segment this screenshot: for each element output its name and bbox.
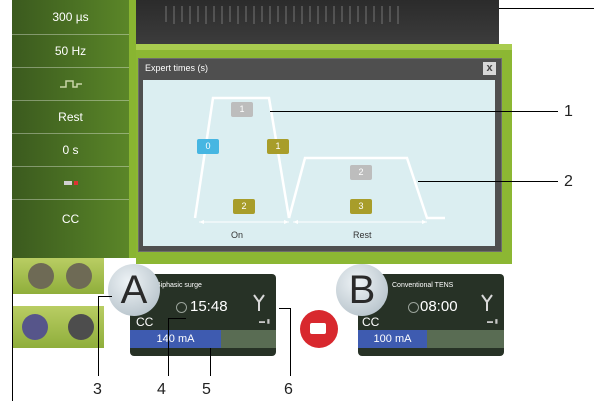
frequency-value: 50 Hz bbox=[54, 44, 87, 58]
device-icon bbox=[68, 314, 94, 340]
electrode-plug-icon bbox=[481, 294, 493, 311]
callout-line-2 bbox=[418, 181, 558, 182]
callout-line-6-tick bbox=[279, 308, 290, 309]
clock-icon bbox=[408, 302, 419, 313]
callout-line-4-tick bbox=[168, 318, 186, 319]
callout-4: 4 bbox=[157, 381, 166, 398]
help-button[interactable] bbox=[12, 258, 58, 294]
callout-top-line bbox=[499, 8, 594, 9]
waveform-preview bbox=[165, 6, 399, 24]
on-label: On bbox=[231, 230, 244, 240]
callout-2: 2 bbox=[564, 173, 573, 190]
delay-setting[interactable]: 0 s bbox=[12, 134, 129, 167]
time-box-label: 2 bbox=[241, 201, 247, 211]
channel-a-title: Biphasic surge bbox=[156, 282, 202, 289]
time-box-label: 1 bbox=[239, 104, 245, 114]
record-button[interactable] bbox=[300, 310, 338, 348]
callout-line-3-tick bbox=[98, 296, 112, 297]
callout-5: 5 bbox=[202, 381, 211, 398]
timing-waveform bbox=[193, 96, 445, 224]
callout-line-5 bbox=[210, 348, 211, 376]
time-box-label: 0 bbox=[205, 141, 211, 151]
time-box-1-top[interactable]: 1 bbox=[231, 102, 253, 117]
polarity-icon: ▬ ▮ bbox=[487, 319, 498, 325]
left-border-line bbox=[12, 258, 13, 401]
channel-a-intensity-bar[interactable]: 140 mA bbox=[130, 330, 276, 348]
folder-icon bbox=[310, 323, 326, 334]
help-icon bbox=[28, 263, 54, 289]
settings-column: 300 µs 50 Hz Rest 0 s CC bbox=[12, 0, 129, 258]
channel-b-badge: B bbox=[336, 264, 388, 316]
channel-b-mode: CC bbox=[362, 315, 380, 329]
channel-a-mode: CC bbox=[136, 315, 154, 329]
channel-a-badge: A bbox=[108, 264, 160, 316]
time-box-1-right[interactable]: 1 bbox=[267, 139, 289, 154]
pulse-width-value: 300 µs bbox=[52, 10, 89, 24]
current-mode-value: CC bbox=[61, 212, 80, 226]
close-icon: x bbox=[486, 62, 493, 74]
waveform-icon bbox=[59, 80, 82, 88]
frequency-setting[interactable]: 50 Hz bbox=[12, 35, 129, 68]
channel-b-title: Conventional TENS bbox=[392, 282, 454, 289]
waveform-setting[interactable] bbox=[12, 68, 129, 101]
expert-title: Expert times (s) bbox=[145, 63, 209, 73]
channel-b-time: 08:00 bbox=[420, 298, 458, 315]
column-divider bbox=[129, 0, 136, 258]
callout-line-3 bbox=[98, 296, 99, 376]
time-box-3[interactable]: 3 bbox=[350, 199, 372, 214]
body-button[interactable] bbox=[12, 306, 58, 348]
channel-b-current: 100 mA bbox=[373, 333, 412, 345]
mode-setting[interactable]: Rest bbox=[12, 101, 129, 134]
expert-times-dialog: Expert times (s) x 1 0 1 2 2 3 On Rest bbox=[138, 58, 502, 252]
callout-line-1 bbox=[270, 111, 558, 112]
time-box-2-left[interactable]: 2 bbox=[233, 199, 255, 214]
callout-3: 3 bbox=[93, 381, 102, 398]
body-icon bbox=[22, 314, 48, 340]
electrode-plug-icon bbox=[253, 294, 265, 311]
callout-line-6 bbox=[290, 308, 291, 376]
current-mode-setting[interactable]: CC bbox=[12, 200, 129, 238]
polarity-icon bbox=[63, 181, 78, 185]
callout-1: 1 bbox=[564, 103, 573, 120]
clock-icon bbox=[176, 302, 187, 313]
waveform-strip bbox=[136, 0, 499, 44]
info-icon bbox=[66, 263, 92, 289]
close-button[interactable]: x bbox=[483, 62, 496, 75]
delay-value: 0 s bbox=[62, 143, 79, 157]
mode-value: Rest bbox=[58, 110, 83, 124]
pulse-width-setting[interactable]: 300 µs bbox=[12, 0, 129, 35]
time-box-2-right[interactable]: 2 bbox=[350, 165, 372, 180]
channel-a-current: 140 mA bbox=[156, 333, 195, 345]
polarity-icon: ▬ ▮ bbox=[259, 319, 270, 325]
time-box-label: 3 bbox=[358, 201, 364, 211]
channel-a-time: 15:48 bbox=[190, 298, 228, 315]
callout-line-4 bbox=[168, 318, 169, 376]
callout-6: 6 bbox=[284, 381, 293, 398]
polarity-setting[interactable] bbox=[12, 167, 129, 200]
expert-timing-diagram: 1 0 1 2 2 3 On Rest bbox=[143, 80, 495, 246]
time-box-label: 1 bbox=[275, 141, 281, 151]
time-box-label: 2 bbox=[358, 167, 364, 177]
info-button[interactable] bbox=[58, 258, 104, 294]
time-box-0[interactable]: 0 bbox=[197, 139, 219, 154]
rest-label: Rest bbox=[353, 230, 372, 240]
channel-b-intensity-bar[interactable]: 100 mA bbox=[358, 330, 504, 348]
